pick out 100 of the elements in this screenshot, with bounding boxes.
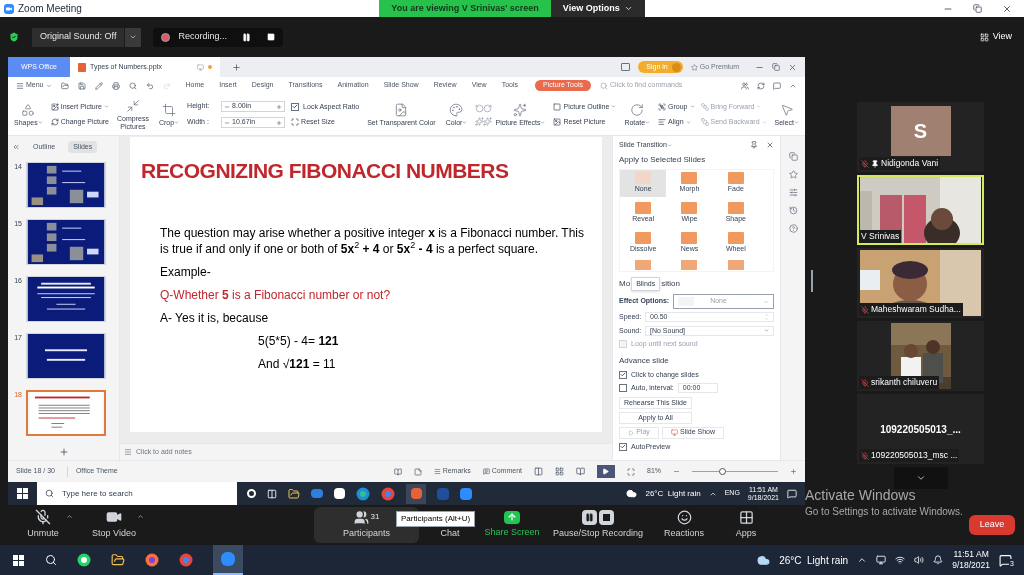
transition-icon[interactable] (635, 259, 652, 270)
pin-icon[interactable] (750, 141, 758, 150)
checkbox[interactable] (619, 384, 627, 393)
transition-icon (681, 231, 698, 244)
caret-icon (45, 82, 52, 89)
tooltip: Participants (Alt+U) (396, 511, 476, 527)
note-icon[interactable] (413, 467, 422, 476)
restore-icon[interactable] (973, 4, 982, 13)
caret-icon (756, 104, 762, 110)
transition-icon[interactable] (727, 259, 744, 270)
sliders-icon[interactable] (788, 188, 798, 197)
search-icon[interactable] (45, 554, 57, 566)
close-icon[interactable] (766, 141, 774, 150)
slide-thumbnail[interactable] (26, 276, 106, 322)
transition-icon (635, 171, 652, 184)
preview-icon[interactable] (128, 81, 137, 90)
checkbox[interactable] (619, 370, 627, 379)
transition-icon[interactable] (681, 259, 698, 270)
sorter-view-icon[interactable] (555, 467, 564, 476)
align-icon (658, 118, 667, 127)
slide-thumbnail[interactable] (26, 162, 106, 208)
save-icon[interactable] (77, 81, 86, 90)
caret-icon (623, 4, 633, 13)
zoom-out-icon[interactable] (673, 468, 680, 475)
original-sound-button[interactable]: Original Sound: Off (32, 27, 125, 47)
zoom-in-icon[interactable] (790, 468, 797, 475)
page-icon (621, 63, 631, 71)
toolbar-button[interactable]: Stop Video (83, 507, 145, 543)
presentation-app-icon[interactable] (406, 483, 426, 504)
slide-title: RECOGNIZING FIBONACCI NUMBERS (141, 158, 510, 184)
add-slide-icon[interactable] (58, 447, 69, 457)
network-icon[interactable] (876, 555, 887, 565)
normal-view-icon[interactable] (534, 467, 543, 476)
caret-icon (174, 120, 180, 125)
toolbar-button[interactable]: Share Screen (481, 507, 543, 543)
toolbar-button[interactable]: Reactions (653, 507, 715, 543)
taskbar-search-field[interactable]: Type here to search (37, 482, 237, 505)
toolbar-button[interactable]: Apps (715, 507, 777, 543)
folder-icon[interactable] (288, 487, 300, 500)
picture-icon (394, 102, 409, 117)
slide-thumbnail[interactable] (26, 333, 106, 379)
play-icon (602, 468, 610, 475)
toolbar-button[interactable]: Pause/Stop Recording (543, 507, 653, 543)
restore-icon[interactable] (772, 63, 780, 71)
leave-button[interactable]: Leave (969, 515, 1015, 535)
caret-icon (611, 104, 617, 110)
slide-thumbnail[interactable] (26, 219, 106, 265)
undo-icon[interactable] (145, 81, 154, 90)
view-button[interactable]: View (992, 30, 1012, 44)
stop-icon[interactable] (267, 33, 276, 41)
comment-icon[interactable] (773, 81, 781, 90)
weather-text: 26°C Light rain (645, 487, 701, 500)
alert-icon[interactable] (933, 555, 944, 565)
caret-icon[interactable] (66, 513, 73, 520)
windows-icon[interactable] (17, 488, 28, 499)
grid-icon (979, 32, 989, 42)
star-icon[interactable] (788, 170, 798, 179)
close-icon[interactable] (788, 62, 797, 72)
toolbar-button[interactable]: Unmute (12, 507, 74, 543)
book-icon[interactable] (393, 467, 402, 476)
notification-icon[interactable] (787, 488, 797, 499)
participant-name: Maheshwaram Sudha... (871, 303, 961, 316)
volume-icon[interactable] (914, 555, 925, 565)
fit-icon[interactable] (627, 467, 635, 476)
folder-icon[interactable] (111, 553, 125, 567)
formula-text: 5(5*5) - 4= 121 (257, 332, 340, 349)
notification-icon[interactable] (999, 553, 1012, 567)
pause-stop-icon (582, 509, 614, 525)
open-icon[interactable] (60, 81, 69, 90)
reading-view-icon[interactable] (576, 467, 585, 476)
zoom-thumb[interactable] (719, 468, 727, 475)
comment-icon (482, 468, 490, 475)
view-options-button[interactable]: View Options (550, 0, 645, 17)
windows-icon[interactable] (13, 554, 24, 566)
transition-icon (635, 201, 652, 214)
collapse-pane-icon[interactable] (12, 143, 20, 151)
caret-icon (666, 142, 672, 148)
avatar: S (890, 106, 951, 156)
caret-icon[interactable] (137, 513, 144, 520)
checkbox[interactable] (619, 442, 627, 451)
apps-icon (738, 509, 754, 525)
cloud-icon (757, 553, 771, 567)
history-icon[interactable] (788, 206, 798, 215)
sync-icon[interactable] (757, 81, 765, 90)
share-people-icon[interactable] (741, 81, 749, 90)
search-icon (45, 489, 54, 498)
wifi-icon[interactable] (895, 555, 906, 565)
close-icon[interactable] (1002, 3, 1012, 14)
chevron-icon[interactable] (857, 555, 868, 565)
slide-thumbnail[interactable] (26, 390, 106, 436)
task-view-icon[interactable] (267, 488, 277, 499)
help-icon[interactable] (788, 224, 798, 233)
play-button[interactable] (597, 465, 615, 478)
print-icon[interactable] (111, 81, 120, 90)
slides-icon[interactable] (788, 152, 798, 161)
new-tab-icon[interactable] (232, 62, 241, 72)
cloud-icon (626, 488, 638, 499)
pause-icon[interactable] (242, 32, 252, 42)
pencil-icon[interactable] (94, 81, 103, 90)
checkbox[interactable] (291, 102, 300, 111)
